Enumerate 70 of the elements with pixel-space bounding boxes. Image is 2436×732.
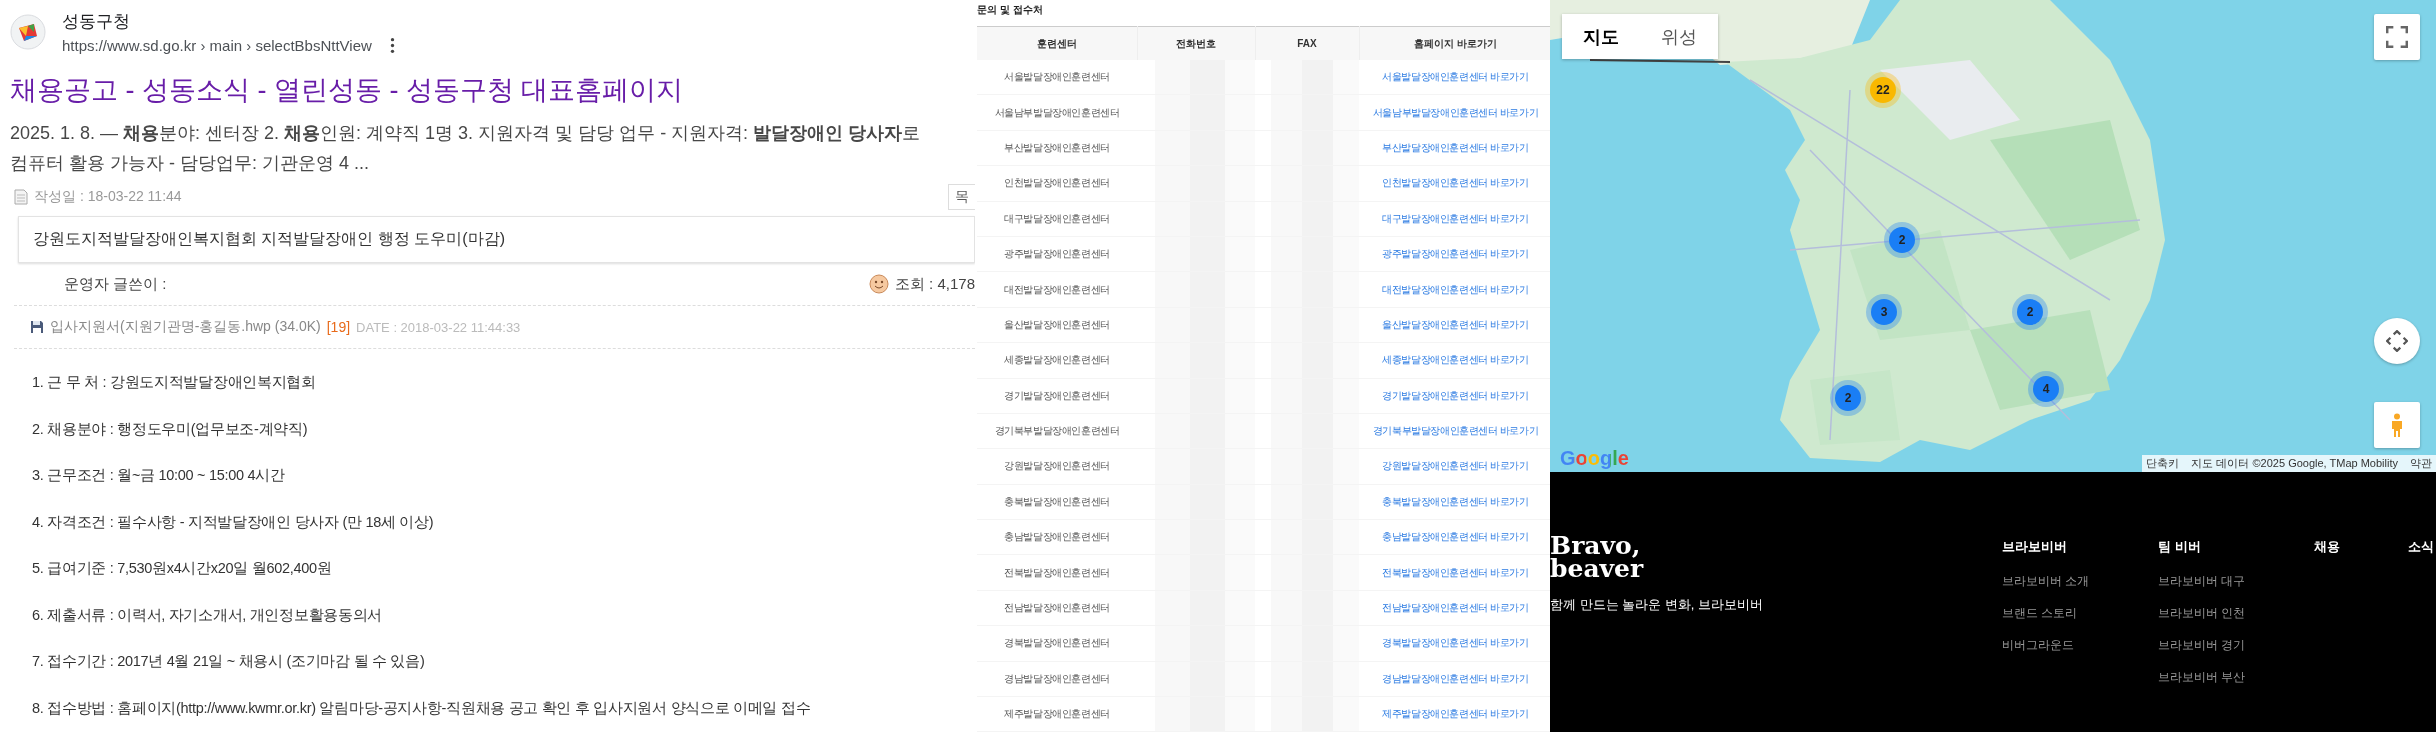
smiley-icon xyxy=(868,274,889,294)
terms-link[interactable]: 약관 xyxy=(2410,456,2432,471)
homepage-link[interactable]: 경기발달장애인훈련센터 바로가기 xyxy=(1382,389,1529,401)
map-type-tab[interactable]: 지도 xyxy=(1562,14,1640,59)
brand-logo: Bravo, beaver xyxy=(1550,534,1645,580)
post-body-line: 1. 근 무 처 : 강원도지적발달장애인복지협회 xyxy=(32,373,317,392)
column-header: 훈련센터 xyxy=(977,26,1137,60)
site-favicon xyxy=(10,14,46,50)
post-body-line: 2. 채용분야 : 행정도우미(업무보조-계약직) xyxy=(32,419,309,439)
footer-heading[interactable]: 브라보비버 xyxy=(2002,538,2090,556)
post-body-line: 8. 접수방법 : 홈페이지(http://www.kwmr.or.kr) 알림마당-공지사항-직원채용 공고 확인 후 입사지원서 양식으로 이메일 접수 xyxy=(32,698,812,718)
post-body-line: 5. 급여기준 : 7,530원x4시간x20일 월602,400원 xyxy=(32,559,333,578)
download-count: [19] xyxy=(326,319,351,335)
site-url[interactable]: https://www.sd.go.kr › main › selectBbsNttView xyxy=(62,37,372,54)
keyboard-shortcuts-link[interactable]: 단축키 xyxy=(2146,456,2180,471)
homepage-link[interactable]: 인천발달장애인훈련센터 바로가기 xyxy=(1382,177,1529,189)
homepage-link[interactable]: 광주발달장애인훈련센터 바로가기 xyxy=(1382,248,1529,260)
footer-link[interactable]: 브라보비버 경기 xyxy=(2158,637,2246,654)
section-title: 문의 및 접수처 xyxy=(977,3,1044,17)
homepage-link[interactable]: 경북발달장애인훈련센터 바로가기 xyxy=(1382,637,1529,649)
post-body-line: 6. 제출서류 : 이력서, 자기소개서, 개인정보활용동의서 xyxy=(32,605,384,625)
written-date: 작성일 : 18-03-22 11:44 xyxy=(34,188,183,206)
attachment-link[interactable]: 입사지원서(지원기관명-홍길동.hwp (34.0K) xyxy=(50,318,321,336)
post-title: 강원도지적발달장애인복지협회 지적발달장애인 행정 도우미(마감) xyxy=(18,216,975,263)
fullscreen-button[interactable] xyxy=(2374,14,2420,60)
view-count: 조회 : 4,178 xyxy=(894,274,975,294)
fullscreen-icon xyxy=(2386,26,2408,48)
site-name: 성동구청 xyxy=(62,11,131,33)
footer-link[interactable]: 브라보비버 소개 xyxy=(2002,573,2090,590)
homepage-link[interactable]: 충북발달장애인훈련센터 바로가기 xyxy=(1382,495,1529,507)
footer-heading[interactable]: 채용 xyxy=(2314,538,2340,556)
map-attribution: 지도 데이터 ©2025 Google, TMap Mobility xyxy=(2191,456,2398,471)
attachment-date: DATE : 2018-03-22 11:44:33 xyxy=(356,319,521,335)
footer-heading[interactable]: 팀 비버 xyxy=(2158,538,2246,556)
homepage-link[interactable]: 부산발달장애인훈련센터 바로가기 xyxy=(1382,141,1529,153)
map-type-tab[interactable]: 위성 xyxy=(1640,14,1718,59)
footer-link[interactable]: 브라보비버 인천 xyxy=(2158,605,2246,622)
homepage-link[interactable]: 제주발달장애인훈련센터 바로가기 xyxy=(1382,708,1529,720)
footer-link[interactable]: 브라보비버 대구 xyxy=(2158,573,2246,590)
footer-link[interactable]: 비버그라운드 xyxy=(2002,637,2090,654)
column-header: FAX xyxy=(1255,26,1359,60)
pegman-icon xyxy=(2390,412,2404,438)
post-body-line: 7. 접수기간 : 2017년 4월 21일 ~ 채용시 (조기마감 될 수 있음) xyxy=(32,652,426,671)
homepage-link[interactable]: 전북발달장애인훈련센터 바로가기 xyxy=(1382,566,1529,578)
homepage-link[interactable]: 강원발달장애인훈련센터 바로가기 xyxy=(1382,460,1529,472)
homepage-link[interactable]: 충남발달장애인훈련센터 바로가기 xyxy=(1382,531,1529,543)
homepage-link[interactable]: 전남발달장애인훈련센터 바로가기 xyxy=(1382,602,1529,614)
homepage-link[interactable]: 대구발달장애인훈련센터 바로가기 xyxy=(1382,212,1529,224)
result-title-link[interactable]: 채용공고 - 성동소식 - 열린성동 - 성동구청 대표홈페이지 xyxy=(10,72,975,108)
list-button[interactable]: 목 xyxy=(948,184,975,210)
footer-link[interactable]: 브랜드 스토리 xyxy=(2002,605,2090,622)
homepage-link[interactable]: 대전발달장애인훈련센터 바로가기 xyxy=(1382,283,1529,295)
document-icon xyxy=(14,189,28,205)
homepage-link[interactable]: 울산발달장애인훈련센터 바로가기 xyxy=(1382,318,1529,330)
footer-heading[interactable]: 소식 xyxy=(2408,538,2434,556)
result-snippet: 2025. 1. 8. — 채용분야: 센터장 2. 채용인원: 계약직 1명 3. 지원자격 및 담당 업무 - 지원자격: 발달장애인 당사자로 컴퓨터 활용 가능자 - 담당업무: 기관운영 4 ... xyxy=(10,122,922,175)
homepage-link[interactable]: 경남발달장애인훈련센터 바로가기 xyxy=(1382,672,1529,684)
homepage-link[interactable]: 서울발달장애인훈련센터 바로가기 xyxy=(1382,71,1529,83)
homepage-link[interactable]: 서울남부발달장애인훈련센터 바로가기 xyxy=(1372,106,1539,118)
post-body-line: 3. 근무조건 : 월~금 10:00 ~ 15:00 4시간 xyxy=(32,466,286,485)
more-menu-icon[interactable] xyxy=(389,37,395,54)
post-body-line: 4. 자격조건 : 필수사항 - 지적발달장애인 당사자 (만 18세 이상) xyxy=(32,512,435,532)
author-label: 운영자 글쓴이 : xyxy=(64,274,167,294)
tagline: 함께 만드는 놀라운 변화, 브라보비버 xyxy=(1550,596,1764,614)
footer-link[interactable]: 브라보비버 부산 xyxy=(2158,669,2246,686)
four-arrows-icon xyxy=(2386,330,2408,352)
column-header: 전화번호 xyxy=(1137,26,1255,60)
column-header: 홈페이지 바로가기 xyxy=(1359,26,1550,60)
homepage-link[interactable]: 경기북부발달장애인훈련센터 바로가기 xyxy=(1372,425,1539,437)
homepage-link[interactable]: 세종발달장애인훈련센터 바로가기 xyxy=(1382,354,1529,366)
